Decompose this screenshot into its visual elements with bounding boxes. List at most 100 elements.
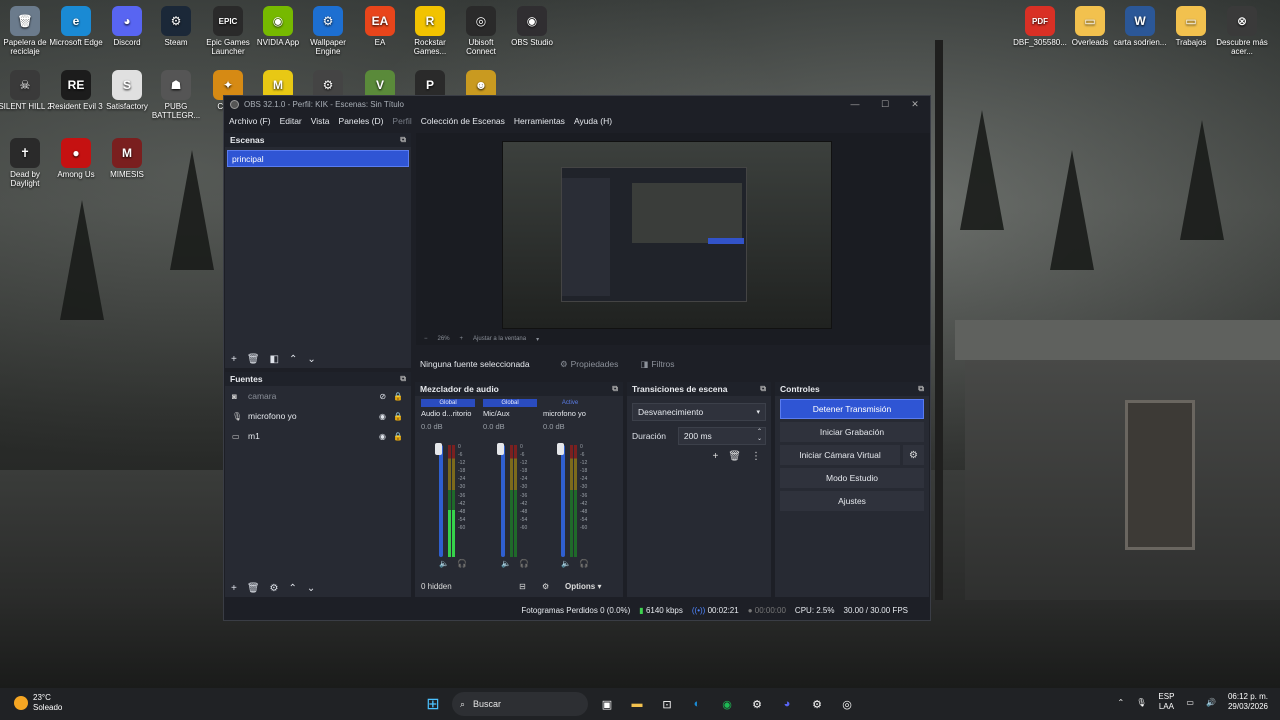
discord-icon[interactable]: ◕ xyxy=(776,693,798,715)
desktop-icon[interactable]: EPIC Epic Games Launcher xyxy=(200,6,256,56)
menu-coleccion-escenas[interactable]: Colección de Escenas xyxy=(421,116,505,126)
source-item[interactable]: ◙ camara ⊘ 🔒 xyxy=(225,386,411,406)
desktop-icon[interactable]: R Rockstar Games... xyxy=(402,6,458,56)
headphones-icon[interactable]: 🎧 xyxy=(579,559,589,568)
scene-filter-icon[interactable]: ◧ xyxy=(270,354,279,365)
trash-icon[interactable]: 🗑 xyxy=(247,583,260,594)
desktop-icon[interactable]: ◎ Ubisoft Connect xyxy=(453,6,509,56)
desktop-icon[interactable]: ▭ Trabajos xyxy=(1163,6,1219,47)
studio-mode-button[interactable]: Modo Estudio xyxy=(780,468,924,488)
filters-button[interactable]: ◨ Filtros xyxy=(640,359,674,370)
desktop-icon[interactable]: PDF DBF_305580... xyxy=(1012,6,1068,47)
eye-icon[interactable]: ◉ xyxy=(379,412,386,421)
network-icon[interactable]: ▭ xyxy=(1186,698,1194,707)
language-indicator[interactable]: ESP LAA xyxy=(1158,692,1174,712)
zoom-out-icon[interactable]: − xyxy=(424,336,428,342)
volume-fader[interactable] xyxy=(501,445,505,557)
speaker-icon[interactable]: 🔈 xyxy=(501,559,511,568)
lock-icon[interactable]: 🔒 xyxy=(393,392,403,401)
fader-handle[interactable] xyxy=(497,443,504,455)
mixer-layout-icon[interactable]: ⊟ xyxy=(519,582,526,591)
desktop-icon[interactable]: ● Among Us xyxy=(48,138,104,179)
menu-editar[interactable]: Editar xyxy=(280,116,302,126)
menu-paneles[interactable]: Paneles (D) xyxy=(339,116,384,126)
eye-slash-icon[interactable]: ⊘ xyxy=(379,392,386,401)
desktop-icon[interactable]: M MIMESIS xyxy=(99,138,155,179)
dock-icon[interactable]: ⧉ xyxy=(400,374,406,384)
menu-archivo[interactable]: Archivo (F) xyxy=(229,116,271,126)
transition-select[interactable]: Desvanecimiento ▾ xyxy=(632,403,766,421)
steam-icon[interactable]: ⚙ xyxy=(806,693,828,715)
add-icon[interactable]: + xyxy=(231,583,237,594)
maximize-icon[interactable]: ☐ xyxy=(870,99,900,110)
desktop-icon[interactable]: ☗ PUBG BATTLEGR... xyxy=(148,70,204,120)
headphones-icon[interactable]: 🎧 xyxy=(519,559,529,568)
menu-vista[interactable]: Vista xyxy=(311,116,330,126)
store-icon[interactable]: ⊡ xyxy=(656,693,678,715)
properties-button[interactable]: ⚙ Propiedades xyxy=(560,359,618,370)
desktop-icon[interactable]: ✝ Dead by Daylight xyxy=(0,138,53,188)
desktop-icon[interactable]: ◉ OBS Studio xyxy=(504,6,560,47)
add-icon[interactable]: + xyxy=(231,354,237,365)
start-virtualcam-button[interactable]: Iniciar Cámara Virtual xyxy=(780,445,900,465)
mixer-settings-icon[interactable]: ⚙ xyxy=(542,582,549,591)
trash-icon[interactable]: 🗑 xyxy=(728,451,741,462)
desktop-icon[interactable]: S Satisfactory xyxy=(99,70,155,111)
desktop-icon[interactable]: ◕ Discord xyxy=(99,6,155,47)
dock-icon[interactable]: ⧉ xyxy=(918,384,924,394)
chevron-down-icon[interactable]: ▾ xyxy=(536,336,539,343)
move-down-icon[interactable]: ⌄ xyxy=(307,354,315,365)
stop-stream-button[interactable]: Detener Transmisión xyxy=(780,399,924,419)
desktop-icon[interactable]: ⊗ Descubre más acer... xyxy=(1214,6,1270,56)
move-up-icon[interactable]: ⌃ xyxy=(289,354,297,365)
task-view-icon[interactable]: ▣ xyxy=(596,693,618,715)
close-icon[interactable]: ✕ xyxy=(900,99,930,110)
channel-name[interactable]: Audio d...ritorio xyxy=(421,409,481,418)
desktop-icon[interactable]: ☠ SILENT HILL 2 xyxy=(0,70,53,111)
steam-icon[interactable]: ⚙ xyxy=(746,693,768,715)
zoom-in-icon[interactable]: + xyxy=(460,336,464,342)
chevron-up-icon[interactable]: ⌃ xyxy=(1118,698,1125,707)
eye-icon[interactable]: ◉ xyxy=(379,432,386,441)
edge-icon[interactable]: ◐ xyxy=(686,693,708,715)
desktop-icon[interactable]: ⚙ Wallpaper Engine xyxy=(300,6,356,56)
move-down-icon[interactable]: ⌄ xyxy=(307,583,315,594)
windows-start-icon[interactable]: ⊞ xyxy=(422,693,444,715)
menu-perfil[interactable]: Perfil xyxy=(392,116,411,126)
more-icon[interactable]: ⋮ xyxy=(751,451,761,462)
menu-herramientas[interactable]: Herramientas xyxy=(514,116,565,126)
desktop-icon[interactable]: e Microsoft Edge xyxy=(48,6,104,47)
desktop-icon[interactable]: ◉ NVIDIA App xyxy=(250,6,306,47)
taskbar-search[interactable]: ⌕ Buscar xyxy=(452,692,588,716)
mixer-options-button[interactable]: Options ▾ xyxy=(565,582,601,591)
fader-handle[interactable] xyxy=(557,443,564,455)
dock-icon[interactable]: ⧉ xyxy=(760,384,766,394)
speaker-icon[interactable]: 🔈 xyxy=(561,559,571,568)
volume-icon[interactable]: 🔊 xyxy=(1206,698,1216,707)
dock-icon[interactable]: ⧉ xyxy=(612,384,618,394)
headphones-icon[interactable]: 🎧 xyxy=(457,559,467,568)
microphone-icon[interactable]: 🎙 xyxy=(1136,698,1146,707)
channel-name[interactable]: Mic/Aux xyxy=(483,409,543,418)
preview-canvas[interactable] xyxy=(416,133,930,333)
duration-input[interactable]: 200 ms ⌃ ⌄ xyxy=(677,427,766,445)
volume-fader[interactable] xyxy=(439,445,443,557)
volume-fader[interactable] xyxy=(561,445,565,557)
menu-ayuda[interactable]: Ayuda (H) xyxy=(574,116,612,126)
desktop-icon[interactable]: RE Resident Evil 3 xyxy=(48,70,104,111)
desktop-icon[interactable]: EA EA xyxy=(352,6,408,47)
desktop-icon[interactable]: Wcarta sodrien... xyxy=(1112,6,1168,47)
channel-name[interactable]: microfono yo xyxy=(543,409,603,418)
gear-icon[interactable]: ⚙ xyxy=(903,445,924,465)
source-item[interactable]: 🎙 microfono yo ◉ 🔒 xyxy=(225,406,411,426)
settings-button[interactable]: Ajustes xyxy=(780,491,924,511)
scene-item-principal[interactable]: principal xyxy=(227,150,409,167)
start-recording-button[interactable]: Iniciar Grabación xyxy=(780,422,924,442)
fit-window-label[interactable]: Ajustar a la ventana xyxy=(473,336,526,342)
clock[interactable]: 06:12 p. m. 29/03/2026 xyxy=(1228,692,1268,712)
obs-icon[interactable]: ◎ xyxy=(836,693,858,715)
source-item[interactable]: ▭ m1 ◉ 🔒 xyxy=(225,426,411,446)
lock-icon[interactable]: 🔒 xyxy=(393,432,403,441)
lock-icon[interactable]: 🔒 xyxy=(393,412,403,421)
gear-icon[interactable]: ⚙ xyxy=(270,583,279,594)
